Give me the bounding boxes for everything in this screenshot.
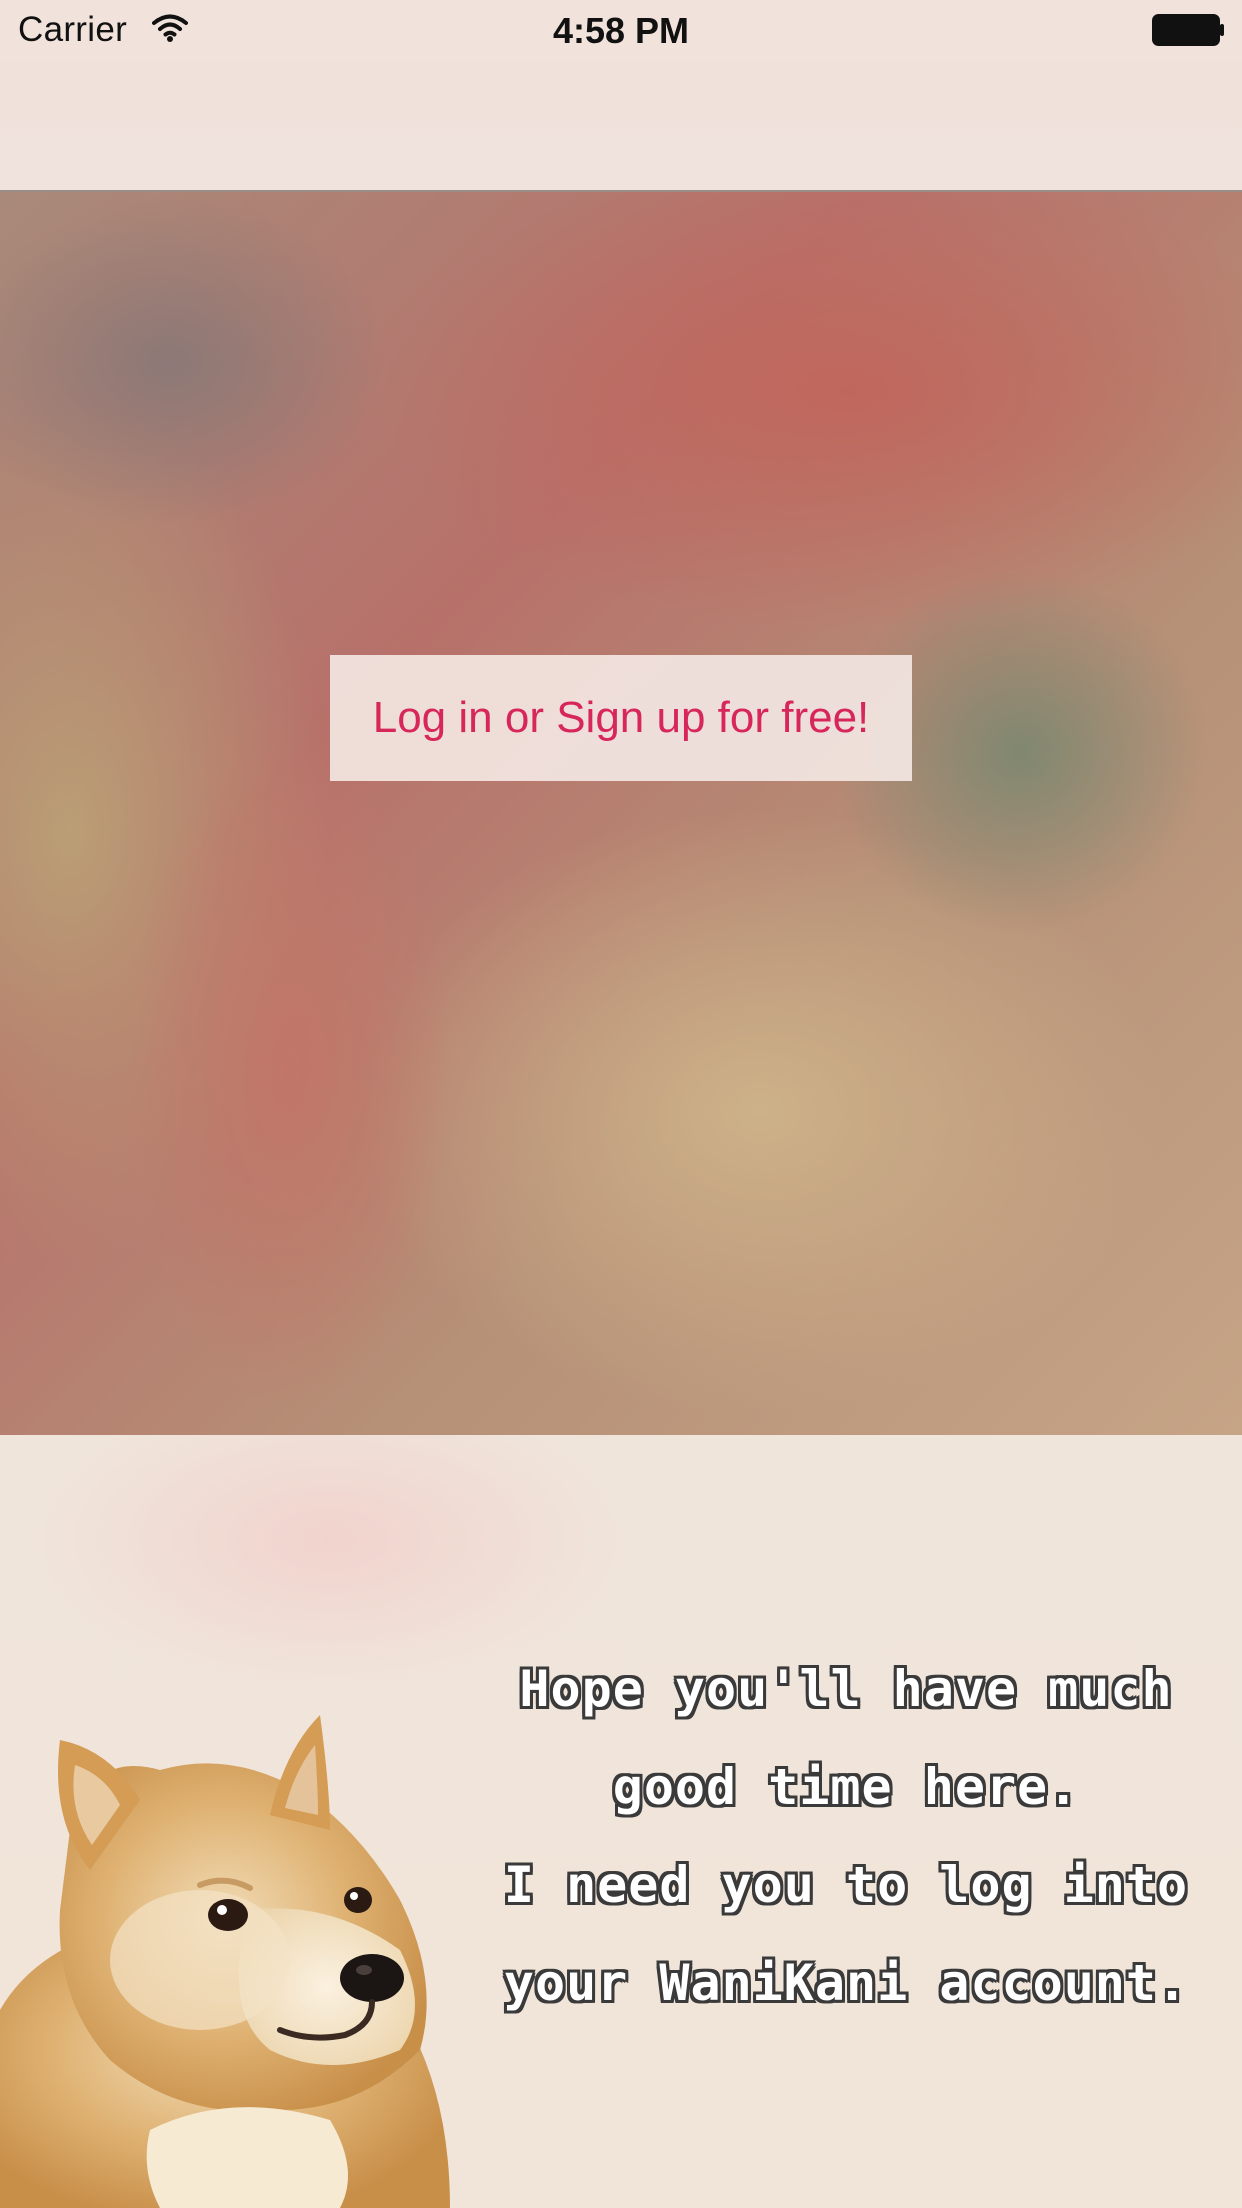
message-line: Hope you'll have much [519,1660,1173,1718]
message-line: your WaniKani account. [503,1954,1189,2012]
blurred-hero-background: Log in or Sign up for free! [0,192,1242,1435]
login-signup-button[interactable]: Log in or Sign up for free! [330,655,912,781]
navigation-bar [0,62,1242,192]
message-line: good time here. [612,1758,1080,1816]
status-bar: Carrier 4:58 PM [0,0,1242,62]
welcome-message: Hope you'll have much good time here. I … [470,1640,1222,2032]
doge-image [0,1715,450,2208]
status-time: 4:58 PM [552,10,690,51]
message-line: I need you to log into [503,1856,1189,1914]
battery-full-icon [1152,14,1224,46]
